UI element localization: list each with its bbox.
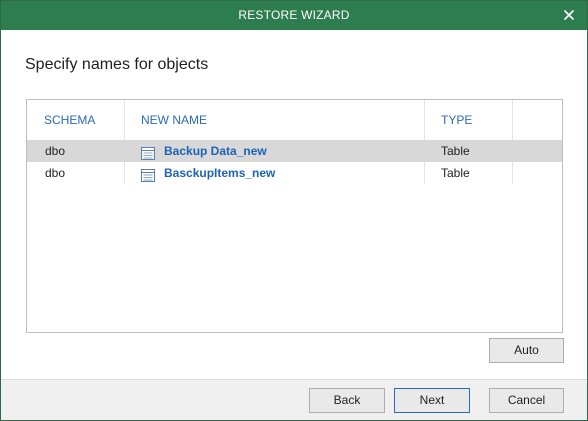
column-header-type[interactable]: TYPE: [424, 100, 472, 140]
table-icon: [141, 167, 155, 182]
schema-cell: dbo: [45, 144, 66, 158]
window-title: RESTORE WIZARD: [238, 8, 350, 22]
page-title: Specify names for objects: [25, 56, 209, 73]
table-icon: [141, 145, 155, 160]
close-icon[interactable]: [557, 4, 581, 26]
table-row[interactable]: dbo BasckupItems_new Table: [27, 162, 562, 184]
type-cell: Table: [441, 166, 470, 180]
auto-button[interactable]: Auto: [489, 338, 564, 363]
wizard-footer: Back Next Cancel: [1, 379, 587, 420]
next-button[interactable]: Next: [394, 388, 470, 413]
type-cell: Table: [441, 144, 470, 158]
new-name-label: Backup Data_new: [164, 144, 267, 158]
wizard-content: SCHEMA NEW NAME TYPE dbo Backup Data_new…: [1, 94, 587, 379]
new-name-cell[interactable]: BasckupItems_new: [141, 162, 275, 184]
column-header-new-name[interactable]: NEW NAME: [124, 100, 207, 140]
new-name-cell[interactable]: Backup Data_new: [141, 140, 267, 162]
restore-wizard-window: RESTORE WIZARD Specify names for objects…: [0, 0, 588, 421]
back-button[interactable]: Back: [309, 388, 385, 413]
objects-table: SCHEMA NEW NAME TYPE dbo Backup Data_new…: [26, 99, 563, 333]
schema-cell: dbo: [45, 166, 66, 180]
new-name-label: BasckupItems_new: [164, 166, 276, 180]
column-header-schema[interactable]: SCHEMA: [27, 100, 95, 140]
cancel-button[interactable]: Cancel: [489, 388, 564, 413]
table-row[interactable]: dbo Backup Data_new Table: [27, 140, 562, 162]
title-bar: RESTORE WIZARD: [1, 1, 587, 30]
wizard-header: Specify names for objects: [1, 30, 587, 94]
table-header: SCHEMA NEW NAME TYPE: [27, 100, 562, 140]
